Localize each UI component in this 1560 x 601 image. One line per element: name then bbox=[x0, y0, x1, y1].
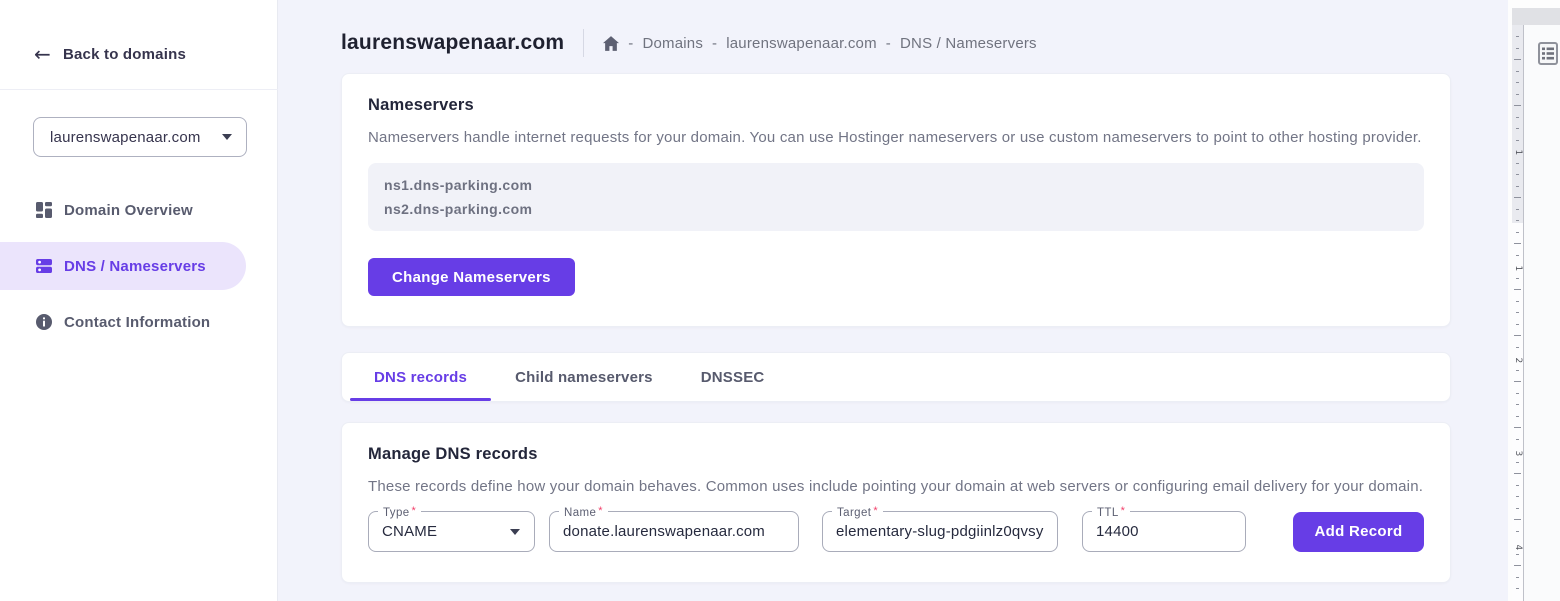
breadcrumb-domain-name[interactable]: laurenswapenaar.com bbox=[726, 35, 877, 52]
sidebar: ← Back to domains laurenswapenaar.com Do… bbox=[0, 0, 278, 601]
back-arrow-icon: ← bbox=[34, 44, 51, 64]
document-window-top bbox=[1508, 0, 1560, 8]
add-record-button[interactable]: Add Record bbox=[1293, 512, 1424, 552]
sidebar-item-label: Domain Overview bbox=[64, 202, 193, 219]
sidebar-item-dns-nameservers[interactable]: DNS / Nameservers bbox=[0, 242, 246, 290]
required-marker: * bbox=[873, 505, 878, 517]
name-field-label: Name* bbox=[559, 504, 608, 520]
ruler-margin-zone bbox=[1512, 25, 1523, 223]
record-name-field: Name* bbox=[549, 511, 799, 552]
chevron-down-icon bbox=[222, 134, 232, 140]
back-to-domains-link[interactable]: ← Back to domains bbox=[34, 44, 186, 64]
target-field-label: Target* bbox=[832, 504, 883, 520]
ttl-field-label: TTL* bbox=[1092, 504, 1130, 520]
dashboard-icon bbox=[36, 202, 52, 218]
chevron-down-icon bbox=[510, 529, 520, 535]
domain-selector-value: laurenswapenaar.com bbox=[50, 129, 201, 146]
dns-records-icon bbox=[36, 258, 52, 274]
document-list-icon[interactable] bbox=[1538, 42, 1558, 70]
required-marker: * bbox=[1121, 505, 1126, 517]
add-record-form: Type* CNAME Name* Target* TTL* Add Recor… bbox=[368, 511, 1424, 552]
breadcrumb-separator: - bbox=[712, 35, 717, 52]
ruler-mark: 1 bbox=[1512, 263, 1523, 274]
document-toolbar-edge bbox=[1512, 8, 1560, 25]
home-icon[interactable] bbox=[603, 36, 619, 51]
record-type-select[interactable]: Type* CNAME bbox=[368, 511, 535, 552]
dns-tabs: DNS records Child nameservers DNSSEC bbox=[341, 352, 1451, 402]
required-marker: * bbox=[412, 505, 417, 517]
nameserver-1: ns1.dns-parking.com bbox=[384, 175, 1408, 195]
tab-dnssec[interactable]: DNSSEC bbox=[677, 353, 789, 401]
type-field-label: Type* bbox=[378, 504, 421, 520]
sidebar-item-label: DNS / Nameservers bbox=[64, 258, 206, 275]
vertical-ruler: 1 1 2 3 4 bbox=[1512, 25, 1524, 601]
main-content: laurenswapenaar.com - Domains - laurensw… bbox=[278, 0, 1508, 601]
page-title: laurenswapenaar.com bbox=[341, 31, 564, 55]
manage-dns-records-card: Manage DNS records These records define … bbox=[341, 422, 1451, 583]
ruler-mark: 2 bbox=[1512, 355, 1523, 366]
sidebar-item-label: Contact Information bbox=[64, 314, 210, 331]
sidebar-divider bbox=[0, 89, 278, 90]
nameservers-list: ns1.dns-parking.com ns2.dns-parking.com bbox=[368, 163, 1424, 231]
breadcrumb-dns-nameservers: DNS / Nameservers bbox=[900, 35, 1037, 52]
sidebar-item-domain-overview[interactable]: Domain Overview bbox=[0, 186, 246, 234]
breadcrumb-separator: - bbox=[886, 35, 891, 52]
header-divider bbox=[583, 29, 584, 57]
sidebar-item-contact-information[interactable]: Contact Information bbox=[0, 298, 246, 346]
tab-child-nameservers[interactable]: Child nameservers bbox=[491, 353, 677, 401]
ruler-mark: 3 bbox=[1512, 448, 1523, 459]
ruler-mark: 4 bbox=[1512, 542, 1523, 553]
change-nameservers-button[interactable]: Change Nameservers bbox=[368, 258, 575, 296]
breadcrumb-separator: - bbox=[628, 35, 633, 52]
domain-selector[interactable]: laurenswapenaar.com bbox=[33, 117, 247, 157]
record-ttl-field: TTL* bbox=[1082, 511, 1246, 552]
nameserver-2: ns2.dns-parking.com bbox=[384, 199, 1408, 219]
required-marker: * bbox=[598, 505, 603, 517]
info-icon bbox=[36, 314, 52, 330]
breadcrumb: - Domains - laurenswapenaar.com - DNS / … bbox=[603, 35, 1037, 52]
manage-card-description: These records define how your domain beh… bbox=[368, 478, 1424, 495]
background-document-window: 1 1 2 3 4 bbox=[1508, 0, 1560, 601]
record-target-field: Target* bbox=[822, 511, 1058, 552]
back-to-domains-label: Back to domains bbox=[63, 46, 186, 63]
record-type-value: CNAME bbox=[382, 523, 437, 540]
tab-dns-records[interactable]: DNS records bbox=[350, 353, 491, 401]
ruler-mark: 1 bbox=[1512, 147, 1523, 158]
nameservers-card-description: Nameservers handle internet requests for… bbox=[368, 129, 1424, 146]
sidebar-menu: Domain Overview DNS / Nameservers bbox=[0, 186, 278, 346]
page-header: laurenswapenaar.com - Domains - laurensw… bbox=[341, 29, 1037, 57]
breadcrumb-domains[interactable]: Domains bbox=[642, 35, 703, 52]
manage-card-title: Manage DNS records bbox=[368, 445, 1424, 464]
nameservers-card: Nameservers Nameservers handle internet … bbox=[341, 73, 1451, 327]
nameservers-card-title: Nameservers bbox=[368, 96, 1424, 115]
